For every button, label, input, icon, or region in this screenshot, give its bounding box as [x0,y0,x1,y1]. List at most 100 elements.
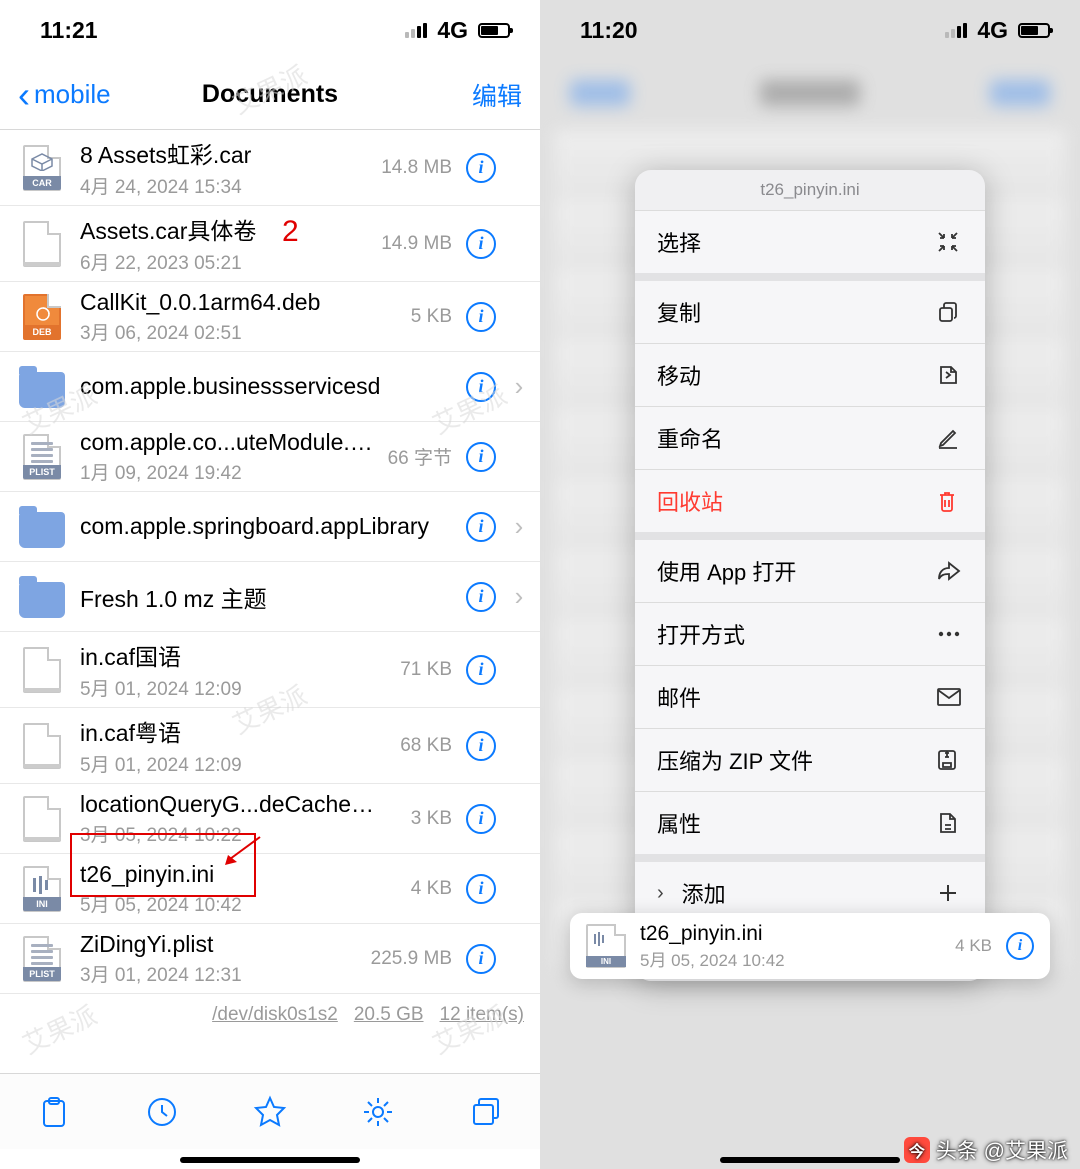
menu-item-compress[interactable]: 选择 [635,210,985,273]
mail-icon [937,688,963,706]
status-right: 4G [405,17,510,44]
file-size: 225.9 MB [371,948,452,970]
file-text: com.apple.co...uteModule.plist 1月 09, 20… [80,429,374,485]
toutiao-logo-icon: 今 [904,1137,930,1163]
file-name: com.apple.businessservicesd [80,373,452,400]
file-row[interactable]: com.apple.springboard.appLibrary i › [0,492,540,562]
file-card-date: 5月 05, 2024 10:42 [640,946,941,971]
plist-icon: PLIST [18,433,66,481]
file-date: 6月 22, 2023 05:21 [80,248,367,275]
file-text: in.caf国语 5月 01, 2024 12:09 [80,638,378,701]
file-name: com.apple.springboard.appLibrary [80,513,452,540]
menu-item-trash[interactable]: 回收站 [635,469,985,532]
menu-item-zip[interactable]: 压缩为 ZIP 文件 [635,728,985,791]
info-icon[interactable]: i [466,153,496,183]
menu-item-copy[interactable]: 复制 [635,273,985,343]
file-row[interactable]: in.caf国语 5月 01, 2024 12:09 71 KB i [0,632,540,708]
info-icon[interactable]: i [466,804,496,834]
file-date: 5月 05, 2024 10:42 [80,890,378,917]
file-row[interactable]: INI t26_pinyin.ini 5月 05, 2024 10:42 4 K… [0,854,540,924]
file-date: 3月 06, 2024 02:51 [80,318,378,345]
trash-icon [937,490,963,512]
info-icon[interactable]: i [466,229,496,259]
copy-icon [937,301,963,323]
disk-count[interactable]: 12 item(s) [440,1004,524,1026]
info-icon[interactable]: i [466,731,496,761]
info-icon[interactable]: i [1006,932,1034,960]
status-bar: 11:21 4G [0,0,540,60]
file-row[interactable]: CAR 8 Assets虹彩.car 4月 24, 2024 15:34 14.… [0,130,540,206]
file-name: t26_pinyin.ini [80,861,378,888]
menu-item-rename[interactable]: 重命名 [635,406,985,469]
menu-item-label: 压缩为 ZIP 文件 [657,744,813,776]
folder-icon [18,503,66,551]
info-icon[interactable]: i [466,302,496,332]
info-icon[interactable]: i [466,655,496,685]
file-icon [18,795,66,843]
car-icon: CAR [18,144,66,192]
edit-button[interactable]: 编辑 [472,77,522,113]
file-row[interactable]: Assets.car具体卷 6月 22, 2023 05:21 14.9 MB … [0,206,540,282]
disk-free[interactable]: 20.5 GB [354,1004,424,1026]
disk-path[interactable]: /dev/disk0s1s2 [212,1004,338,1026]
menu-item-move[interactable]: 移动 [635,343,985,406]
menu-item-prop[interactable]: 属性 [635,791,985,854]
back-button[interactable]: ‹ mobile [18,74,111,116]
file-text: com.apple.springboard.appLibrary [80,513,452,540]
right-screenshot: 11:20 4G t26_pinyin.ini 选择复制移动重命名回收站使用 A… [540,0,1080,1169]
file-list[interactable]: CAR 8 Assets虹彩.car 4月 24, 2024 15:34 14.… [0,130,540,994]
file-row[interactable]: PLIST com.apple.co...uteModule.plist 1月 … [0,422,540,492]
info-icon[interactable]: i [466,582,496,612]
folder-icon [18,363,66,411]
bottom-toolbar [0,1073,540,1149]
menu-item-label: 打开方式 [657,618,745,650]
zip-icon [937,749,963,771]
file-size: 14.9 MB [381,233,452,255]
settings-button[interactable] [358,1092,398,1132]
file-row[interactable]: in.caf粤语 5月 01, 2024 12:09 68 KB i [0,708,540,784]
info-icon[interactable]: i [466,944,496,974]
info-icon[interactable]: i [466,512,496,542]
dots-icon [937,630,963,638]
recent-button[interactable] [142,1092,182,1132]
file-text: CallKit_0.0.1arm64.deb 3月 06, 2024 02:51 [80,289,378,345]
rename-icon [937,427,963,449]
file-size: 71 KB [392,659,452,681]
ini-file-icon: INI [586,924,626,968]
file-name: Fresh 1.0 mz 主题 [80,580,452,614]
file-row[interactable]: Fresh 1.0 mz 主题 i › [0,562,540,632]
menu-item-dots[interactable]: 打开方式 [635,602,985,665]
disk-info: /dev/disk0s1s2 20.5 GB 12 item(s) [0,994,540,1036]
file-size: 3 KB [392,808,452,830]
menu-item-mail[interactable]: 邮件 [635,665,985,728]
clipboard-button[interactable] [34,1092,74,1132]
compress-icon [937,231,963,253]
network-label: 4G [977,17,1008,44]
info-icon[interactable]: i [466,442,496,472]
file-row[interactable]: DEB CallKit_0.0.1arm64.deb 3月 06, 2024 0… [0,282,540,352]
file-card[interactable]: INI t26_pinyin.ini 5月 05, 2024 10:42 4 K… [570,913,1050,979]
status-right: 4G [945,17,1050,44]
prop-icon [937,812,963,834]
info-icon[interactable]: i [466,372,496,402]
windows-button[interactable] [466,1092,506,1132]
file-date: 3月 01, 2024 12:31 [80,960,357,987]
annotation-number: 2 [282,215,299,249]
info-icon[interactable]: i [466,874,496,904]
home-indicator [720,1157,900,1163]
menu-item-share[interactable]: 使用 App 打开 [635,532,985,602]
favorite-button[interactable] [250,1092,290,1132]
file-icon [18,220,66,268]
file-size: 68 KB [392,735,452,757]
file-row[interactable]: PLIST ZiDingYi.plist 3月 01, 2024 12:31 2… [0,924,540,994]
file-text: locationQueryG...deCacheFolder 3月 05, 20… [80,791,378,847]
attribution-text: 头条 @艾果派 [936,1135,1068,1165]
context-menu: t26_pinyin.ini 选择复制移动重命名回收站使用 App 打开打开方式… [635,170,985,981]
file-row[interactable]: com.apple.businessservicesd i › [0,352,540,422]
file-name: in.caf国语 [80,638,378,672]
menu-item-label: 移动 [657,359,701,391]
file-row[interactable]: locationQueryG...deCacheFolder 3月 05, 20… [0,784,540,854]
file-icon [18,722,66,770]
menu-item-label: 回收站 [657,485,723,517]
file-name: com.apple.co...uteModule.plist [80,429,374,456]
